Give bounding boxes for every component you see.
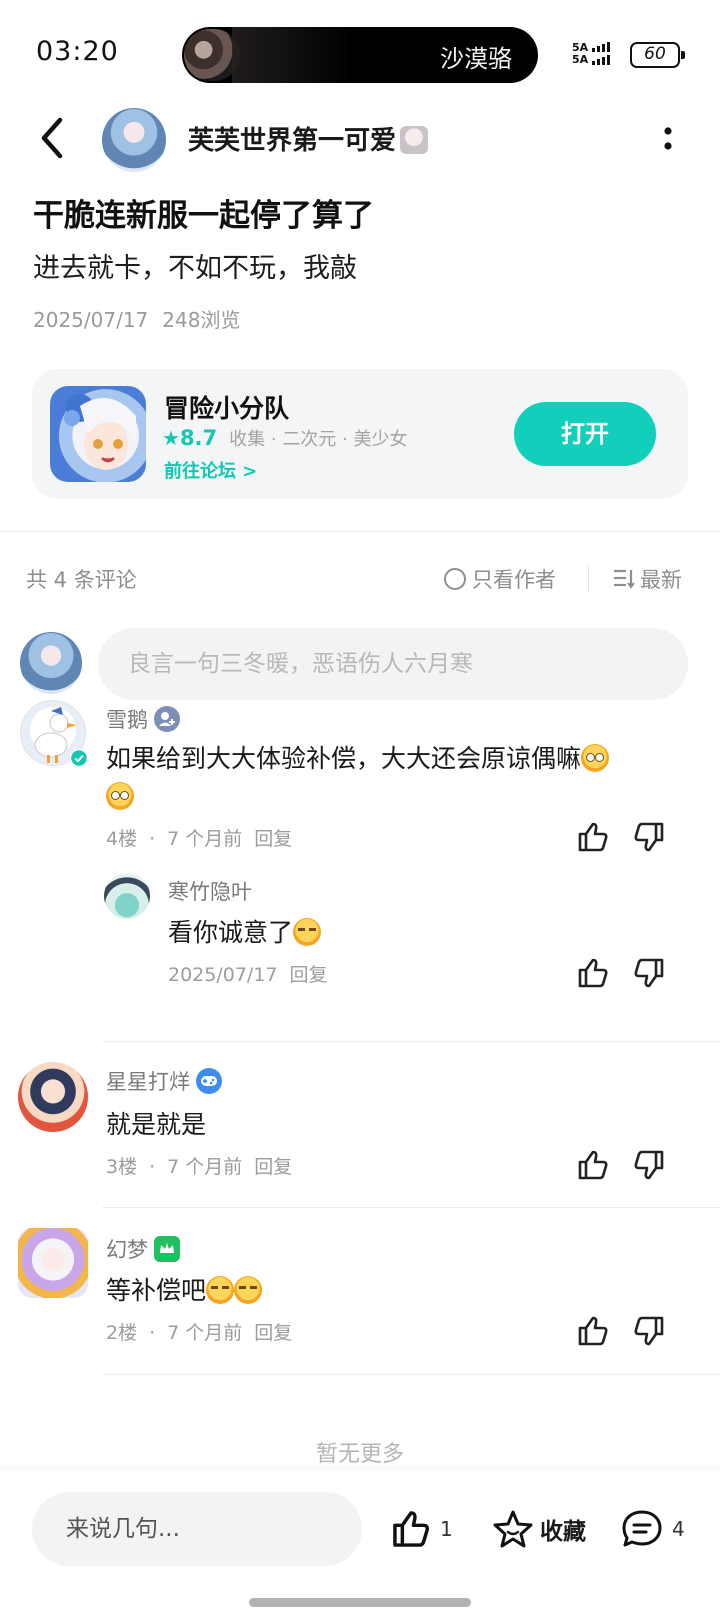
game-icon <box>50 386 146 482</box>
status-bar: 03:20 沙漠骆 5A 5A 60 <box>0 0 720 100</box>
post-title: 干脆连新服一起停了算了 <box>33 198 374 234</box>
smug-emoji-icon <box>206 1276 235 1304</box>
thumbs-down-icon[interactable] <box>632 820 666 854</box>
sort-icon <box>614 569 635 589</box>
no-more-label: 暂无更多 <box>315 1442 404 1467</box>
comment-input[interactable] <box>98 628 688 700</box>
gamepad-badge-icon <box>196 1068 222 1094</box>
commenter-name[interactable]: 雪鹅 <box>106 704 180 734</box>
comment-divider <box>102 1207 720 1208</box>
avatar-sticker-icon <box>400 126 429 154</box>
thumbs-up-icon <box>393 1511 430 1547</box>
author-avatar[interactable] <box>102 108 166 172</box>
dynamic-island[interactable]: 沙漠骆 <box>182 27 538 83</box>
game-tags: 收集 · 二次元 · 美少女 <box>229 429 408 450</box>
forum-link[interactable]: 前往论坛 > <box>164 457 257 483</box>
post-meta: 2025/07/17 248浏览 <box>33 304 240 333</box>
radio-icon <box>444 568 466 590</box>
reply-link[interactable]: 回复 <box>254 1156 292 1178</box>
reply-text: 看你诚意了 <box>168 914 322 952</box>
comment-meta: 4楼 · 7 个月前 回复 <box>106 828 293 850</box>
star-outline-icon <box>493 1510 533 1548</box>
commenter-avatar[interactable] <box>18 1228 88 1298</box>
replier-name[interactable]: 寒竹隐叶 <box>168 876 252 906</box>
thumbs-up-icon[interactable] <box>576 956 610 990</box>
comment-divider <box>102 1041 720 1042</box>
commenter-name[interactable]: 幻梦 <box>106 1234 180 1264</box>
now-playing-title: 沙漠骆 <box>440 45 512 73</box>
comment-divider <box>102 1374 720 1375</box>
like-post-button[interactable]: 1 <box>390 1508 453 1550</box>
thumbs-down-icon[interactable] <box>632 1314 666 1348</box>
replier-avatar[interactable] <box>104 873 150 919</box>
divider <box>0 531 720 532</box>
comment-meta: 3楼 · 7 个月前 回复 <box>106 1156 293 1178</box>
favorite-button[interactable]: 收藏 <box>492 1508 586 1550</box>
like-count: 1 <box>440 1517 453 1541</box>
comment-text: 如果给到大大体验补偿，大大还会原谅偶嘛 <box>106 740 666 816</box>
smug-emoji-icon <box>234 1276 263 1304</box>
favorite-label: 收藏 <box>540 1519 586 1545</box>
crown-badge-icon <box>154 1236 180 1262</box>
comment-meta: 2楼 · 7 个月前 回复 <box>106 1322 293 1344</box>
comment-input-box[interactable] <box>98 628 688 700</box>
status-time: 03:20 <box>36 36 119 67</box>
commenter-name[interactable]: 星星打烊 <box>106 1066 222 1096</box>
thumbs-up-icon[interactable] <box>576 820 610 854</box>
commenter-avatar[interactable] <box>18 1062 88 1132</box>
thumbs-up-icon[interactable] <box>576 1314 610 1348</box>
post-views: 248浏览 <box>162 308 241 332</box>
dazed-emoji-icon <box>581 744 610 772</box>
game-card[interactable]: 冒险小分队 ★8.7 收集 · 二次元 · 美少女 前往论坛 > 打开 <box>32 369 688 499</box>
back-arrow-icon[interactable] <box>32 113 72 163</box>
comments-button[interactable]: 4 <box>620 1508 685 1550</box>
smug-emoji-icon <box>293 918 322 946</box>
reply-meta: 2025/07/17 回复 <box>168 964 328 986</box>
home-indicator[interactable] <box>249 1598 471 1607</box>
open-game-button[interactable]: 打开 <box>514 402 656 466</box>
thumbs-down-icon[interactable] <box>632 1148 666 1182</box>
comment-count: 4 <box>672 1517 685 1541</box>
post-body: 进去就卡，不如不玩，我敲 <box>33 253 357 284</box>
comment-icon <box>622 1510 662 1547</box>
star-icon: ★ <box>162 426 180 450</box>
signal-icon: 5A 5A <box>572 42 620 68</box>
thumbs-up-icon[interactable] <box>576 1148 610 1182</box>
game-rating: 8.7 <box>179 426 218 450</box>
comment-text: 就是就是 <box>106 1110 207 1139</box>
battery-indicator: 60 <box>630 42 685 68</box>
my-avatar <box>20 632 82 694</box>
bottom-action-bar: 来说几句... 1 收藏 4 <box>0 1470 720 1619</box>
sort-button[interactable]: 最新 <box>612 564 682 594</box>
author-only-toggle[interactable]: 只看作者 <box>444 564 556 594</box>
quick-comment-input[interactable]: 来说几句... <box>32 1492 362 1566</box>
game-rating-row: ★8.7 收集 · 二次元 · 美少女 <box>162 425 407 451</box>
author-name[interactable]: 芙芙世界第一可爱 <box>188 120 429 157</box>
reply-link[interactable]: 回复 <box>254 1322 292 1344</box>
reply-link[interactable]: 回复 <box>254 828 292 850</box>
comments-count: 共 4 条评论 <box>26 568 137 592</box>
user-badge-icon <box>154 706 180 732</box>
reply-link[interactable]: 回复 <box>290 964 328 986</box>
dazed-emoji-icon <box>106 782 134 810</box>
verified-icon <box>70 749 88 767</box>
post-date: 2025/07/17 <box>33 308 149 332</box>
thumbs-down-icon[interactable] <box>632 956 666 990</box>
comment-text: 等补偿吧 <box>106 1272 263 1310</box>
game-name: 冒险小分队 <box>164 394 290 423</box>
more-vertical-icon[interactable] <box>660 124 676 160</box>
